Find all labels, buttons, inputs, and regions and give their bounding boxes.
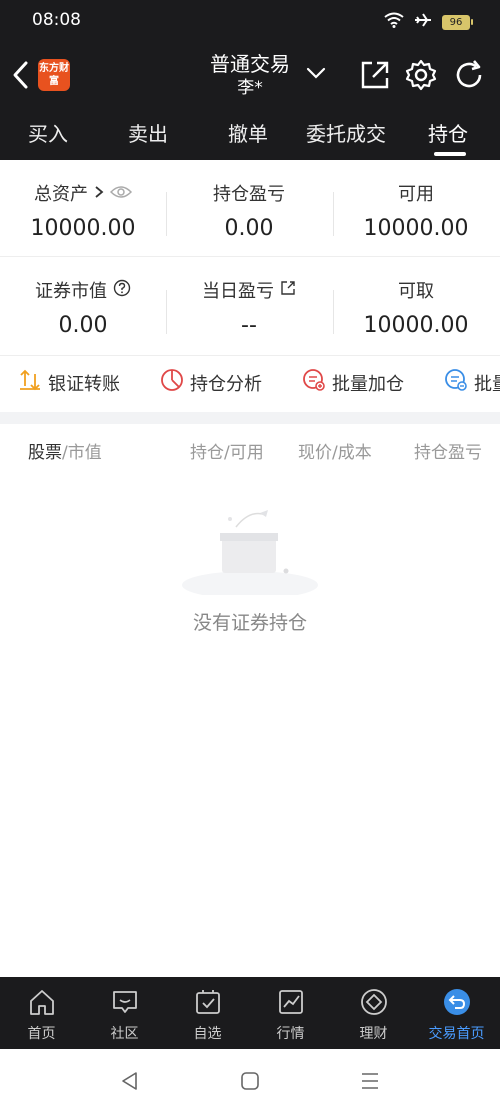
batch-reduce-label: 批量	[474, 373, 500, 395]
bottom-nav: 首页 社区 自选 行情 理财 交易首页	[0, 977, 500, 1049]
active-tab-indicator	[434, 152, 466, 156]
market-chart-icon	[249, 985, 332, 1019]
empty-state-text: 没有证券持仓	[192, 612, 307, 634]
col-price[interactable]: 现价/成本	[298, 438, 372, 463]
position-analysis-button[interactable]: 持仓分析	[160, 368, 262, 397]
system-back-icon[interactable]	[118, 1069, 142, 1093]
tab-orders[interactable]: 委托成交	[306, 118, 386, 147]
wifi-icon	[384, 12, 404, 32]
tab-sell[interactable]: 卖出	[128, 118, 168, 147]
status-time: 08:08	[32, 10, 81, 30]
available-label: 可用	[398, 184, 434, 205]
external-link-icon[interactable]	[280, 280, 296, 301]
home-icon	[0, 985, 83, 1019]
withdrawable-label: 可取	[398, 281, 434, 302]
batch-add-button[interactable]: 批量加仓	[302, 368, 404, 397]
bottom-nav-wealth[interactable]: 理财	[332, 985, 415, 1043]
batch-add-label: 批量加仓	[332, 373, 404, 395]
refresh-icon[interactable]	[452, 58, 486, 92]
market-value-cell[interactable]: 证券市值 0.00	[0, 277, 166, 338]
available-cell: 可用 10000.00	[333, 180, 499, 241]
tab-buy[interactable]: 买入	[28, 118, 68, 147]
bottom-nav-trade-home[interactable]: 交易首页	[415, 985, 498, 1043]
withdrawable-value: 10000.00	[363, 313, 469, 338]
position-pnl-label: 持仓盈亏	[213, 184, 285, 205]
col-pnl[interactable]: 持仓盈亏	[414, 438, 482, 463]
section-separator	[0, 412, 500, 424]
total-assets-label: 总资产	[34, 184, 88, 205]
row-divider	[0, 256, 500, 257]
position-pnl-value: 0.00	[224, 216, 274, 241]
tab-positions[interactable]: 持仓	[428, 118, 468, 147]
system-home-icon[interactable]	[238, 1069, 262, 1093]
bottom-nav-market[interactable]: 行情	[249, 985, 332, 1043]
wealth-icon	[332, 985, 415, 1019]
batch-reduce-icon	[444, 368, 468, 397]
batch-add-icon	[302, 368, 326, 397]
system-nav-bar	[0, 1049, 500, 1111]
market-value-value: 0.00	[58, 313, 108, 338]
col-position[interactable]: 持仓/可用	[190, 438, 264, 463]
chevron-right-icon	[94, 183, 104, 204]
back-button[interactable]	[8, 58, 36, 92]
chevron-down-icon[interactable]	[305, 62, 327, 84]
daily-pnl-value: --	[241, 313, 257, 338]
share-icon[interactable]	[358, 58, 392, 92]
chat-icon	[83, 985, 166, 1019]
transfer-icon	[18, 368, 42, 397]
withdrawable-cell: 可取 10000.00	[333, 277, 499, 338]
col-stock[interactable]: 股票/市值	[28, 438, 102, 463]
available-value: 10000.00	[363, 216, 469, 241]
nav-bar: 东方财富 普通交易 李*	[0, 44, 500, 106]
daily-pnl-cell[interactable]: 当日盈亏 --	[166, 277, 332, 338]
airplane-icon	[414, 12, 432, 32]
system-menu-icon[interactable]	[358, 1069, 382, 1093]
bottom-nav-watchlist[interactable]: 自选	[166, 985, 249, 1043]
watchlist-icon	[166, 985, 249, 1019]
settings-icon[interactable]	[404, 58, 438, 92]
status-bar: 08:08 96	[0, 0, 500, 44]
empty-box-illustration	[180, 505, 320, 599]
quick-actions: 银证转账 持仓分析 批量加仓 批量	[0, 356, 500, 412]
return-icon	[415, 985, 498, 1019]
help-icon[interactable]	[113, 279, 131, 302]
eye-icon[interactable]	[109, 183, 133, 204]
pie-chart-icon	[160, 368, 184, 397]
positions-table-header: 股票/市值 持仓/可用 现价/成本 持仓盈亏	[0, 424, 500, 476]
bank-transfer-label: 银证转账	[48, 373, 120, 395]
brand-logo[interactable]: 东方财富	[38, 59, 70, 91]
positions-panel: 总资产 10000.00 持仓盈亏 0.00 可用 10000.00 证券市值 …	[0, 160, 500, 1110]
batch-reduce-button[interactable]: 批量	[444, 368, 500, 397]
market-value-label: 证券市值	[35, 281, 107, 302]
tab-cancel[interactable]: 撤单	[228, 118, 268, 147]
daily-pnl-label: 当日盈亏	[202, 281, 274, 302]
total-assets-cell[interactable]: 总资产 10000.00	[0, 180, 166, 241]
status-icons: 96	[384, 12, 473, 32]
position-analysis-label: 持仓分析	[190, 373, 262, 395]
bottom-nav-community[interactable]: 社区	[83, 985, 166, 1043]
bottom-nav-home[interactable]: 首页	[0, 985, 83, 1043]
position-pnl-cell: 持仓盈亏 0.00	[166, 180, 332, 241]
bank-transfer-button[interactable]: 银证转账	[18, 368, 120, 397]
trade-tabs: 买入 卖出 撤单 委托成交 持仓	[0, 106, 500, 160]
battery-icon: 96	[442, 14, 473, 30]
total-assets-value: 10000.00	[30, 216, 136, 241]
